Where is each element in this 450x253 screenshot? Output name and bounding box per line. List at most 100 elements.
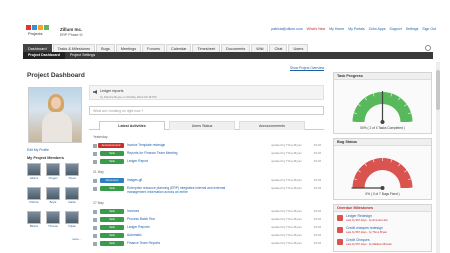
feed-updated-by: updated by Thrus Bryan <box>271 241 302 245</box>
feed-item-link[interactable]: Enterprise resource planning (ERP) integ… <box>127 186 237 194</box>
feed-item-link[interactable]: Automatic <box>127 233 142 237</box>
feed-row[interactable]: Announcement Invoice Template redesign u… <box>93 143 321 150</box>
member-avatar[interactable]: Barlow <box>27 211 41 230</box>
feed-updated-by: updated by Thrus Bryan <box>271 233 302 237</box>
feed-item-link[interactable]: Invoices <box>127 209 139 213</box>
status-input[interactable]: What am I working on right now ? <box>89 106 324 115</box>
feed-row[interactable]: Document Images.gif updated by Thrus Bry… <box>93 178 321 185</box>
milestone-item[interactable]: Ledger Redesign Late by 567 days - by Em… <box>337 214 429 224</box>
feed-time: 03:18 <box>313 186 321 190</box>
gauge-arc <box>352 158 413 188</box>
bug-gauge <box>351 158 413 190</box>
task-progress-panel: Task Progress 50% ( 2 of 4 Tasks Complet… <box>333 72 432 134</box>
feed-item-icon <box>93 160 97 164</box>
page-title: Project Dashboard <box>27 72 85 79</box>
feed-item-link[interactable]: Invoice Template redesign <box>127 143 165 147</box>
feed-day-label: Yesterday <box>93 135 108 139</box>
feed-row[interactable]: Task Process Batch Run updated by Thrus … <box>93 217 321 224</box>
page-scrollbar[interactable] <box>436 62 440 253</box>
feed-row[interactable]: Task Automatic updated by Thrus Bryan 03… <box>93 233 321 240</box>
feed-item-icon <box>93 218 97 222</box>
overdue-milestones-title: Overdue Milestones <box>334 205 431 212</box>
gear-icon[interactable] <box>425 45 431 51</box>
feed-row[interactable]: Task Reports for Finance Team Meeting up… <box>93 151 321 158</box>
feed-day-label: 01 May <box>93 170 104 174</box>
feed-row[interactable]: Task Ledger Reports updated by Thrus Bry… <box>93 225 321 232</box>
feed-item-icon <box>93 234 97 238</box>
support-link[interactable]: Support <box>389 27 401 31</box>
tab-users[interactable]: Users <box>288 44 309 52</box>
tab-tasks-milestones[interactable]: Tasks & Milestones <box>52 44 96 52</box>
tab-users-status[interactable]: Users Status <box>169 121 235 130</box>
status-meta: by Patricia Boyle on 06-May-2013 03:18 P… <box>100 95 157 99</box>
whats-new-link[interactable]: What's New <box>307 27 326 31</box>
type-badge: Announcement <box>98 143 124 148</box>
feed-row[interactable]: Task Enterprise resource planning (ERP) … <box>93 186 321 199</box>
show-project-overview-link[interactable]: Show Project Overview <box>290 66 324 70</box>
milestone-item[interactable]: Credit Cheques Late by 567 days - by Mad… <box>337 238 429 248</box>
tab-forums[interactable]: Forums <box>142 44 166 52</box>
feed-item-link[interactable]: Process Batch Run <box>127 217 155 221</box>
member-avatar[interactable]: Thomas <box>46 211 60 230</box>
top-links: patricia@zillum.com What's New My Home M… <box>271 27 436 31</box>
feed-item-link[interactable]: Ledger Reports <box>127 225 150 229</box>
zoho-projects-logo[interactable]: Projects <box>26 24 50 38</box>
flag-icon <box>337 239 343 245</box>
my-home-link[interactable]: My Home <box>329 27 344 31</box>
member-avatar[interactable]: Boyle <box>46 187 60 206</box>
feed-day-label: 27 May <box>93 201 104 205</box>
feed-updated-by: updated by Thrus Bryan <box>271 225 302 229</box>
feed-item-link[interactable]: Reports for Finance Team Meeting <box>127 151 178 155</box>
feed-item-link[interactable]: Finance Team Reports <box>127 241 160 245</box>
feed-row[interactable]: Task Ledger Report updated by Thrus Brya… <box>93 159 321 166</box>
member-avatar[interactable]: Clarke <box>65 187 79 206</box>
current-status: Ledger reports by Patricia Boyle on 06-M… <box>89 85 324 100</box>
zoho-apps-link[interactable]: Zoho Apps <box>369 27 386 31</box>
type-badge: Task <box>100 159 124 164</box>
member-avatar[interactable]: Kripke <box>65 211 79 230</box>
feed-item-link[interactable]: Images.gif <box>127 178 142 182</box>
my-portals-link[interactable]: My Portals <box>348 27 365 31</box>
feed-item-icon <box>93 210 97 214</box>
org-name[interactable]: Zillum Inc. <box>60 27 82 32</box>
tab-timesheet[interactable]: Timesheet <box>192 44 221 52</box>
subtab-project-dashboard[interactable]: Project Dashboard <box>23 52 65 59</box>
feed-time: 03:18 <box>313 159 321 163</box>
edit-profile-link[interactable]: Edit My Profile <box>27 148 49 152</box>
scroll-thumb[interactable] <box>436 70 440 110</box>
tab-dashboard[interactable]: Dashboard <box>23 44 52 52</box>
more-members-link[interactable]: more... <box>72 237 81 241</box>
logo-label: Projects <box>28 31 43 36</box>
feed-item-link[interactable]: Ledger Report <box>127 159 148 163</box>
subtab-project-settings[interactable]: Project Settings <box>65 52 100 59</box>
feed-time: 03:18 <box>313 225 321 229</box>
tab-documents[interactable]: Documents <box>221 44 251 52</box>
user-profile-photo[interactable] <box>28 87 82 143</box>
tab-calendar[interactable]: Calendar <box>166 44 192 52</box>
tab-wiki[interactable]: Wiki <box>251 44 269 52</box>
project-selector[interactable]: ERP Phase III <box>60 33 83 37</box>
feed-item-icon <box>93 144 97 148</box>
member-avatar[interactable]: Patricia <box>27 187 41 206</box>
tab-meetings[interactable]: Meetings <box>115 44 142 52</box>
member-avatar[interactable]: Adams <box>27 163 41 182</box>
tab-latest-activities[interactable]: Latest Activities <box>99 121 165 130</box>
settings-link[interactable]: Settings <box>406 27 419 31</box>
sign-out-link[interactable]: Sign Out <box>422 27 436 31</box>
tab-bugs[interactable]: Bugs <box>96 44 115 52</box>
feed-updated-by: updated by Thrus Bryan <box>271 217 302 221</box>
milestone-item[interactable]: Credit cheques redesign Late by 567 days… <box>337 226 429 236</box>
member-avatar[interactable]: Pregan <box>46 163 60 182</box>
feed-row[interactable]: Task Invoices updated by Thrus Bryan 03:… <box>93 209 321 216</box>
feed-row[interactable]: Task Finance Team Reports updated by Thr… <box>93 241 321 248</box>
sub-nav: Project Dashboard Project Settings <box>23 52 433 59</box>
member-avatar[interactable]: Troust <box>65 163 79 182</box>
speaker-icon <box>93 90 97 94</box>
feed-item-icon <box>93 179 97 183</box>
feed-updated-by: updated by Thrus Bryan <box>271 209 302 213</box>
tab-announcements[interactable]: Announcements <box>239 121 305 130</box>
feed-item-icon <box>93 242 97 246</box>
user-email-link[interactable]: patricia@zillum.com <box>271 27 302 31</box>
tab-chat[interactable]: Chat <box>269 44 288 52</box>
flag-icon <box>337 215 343 221</box>
